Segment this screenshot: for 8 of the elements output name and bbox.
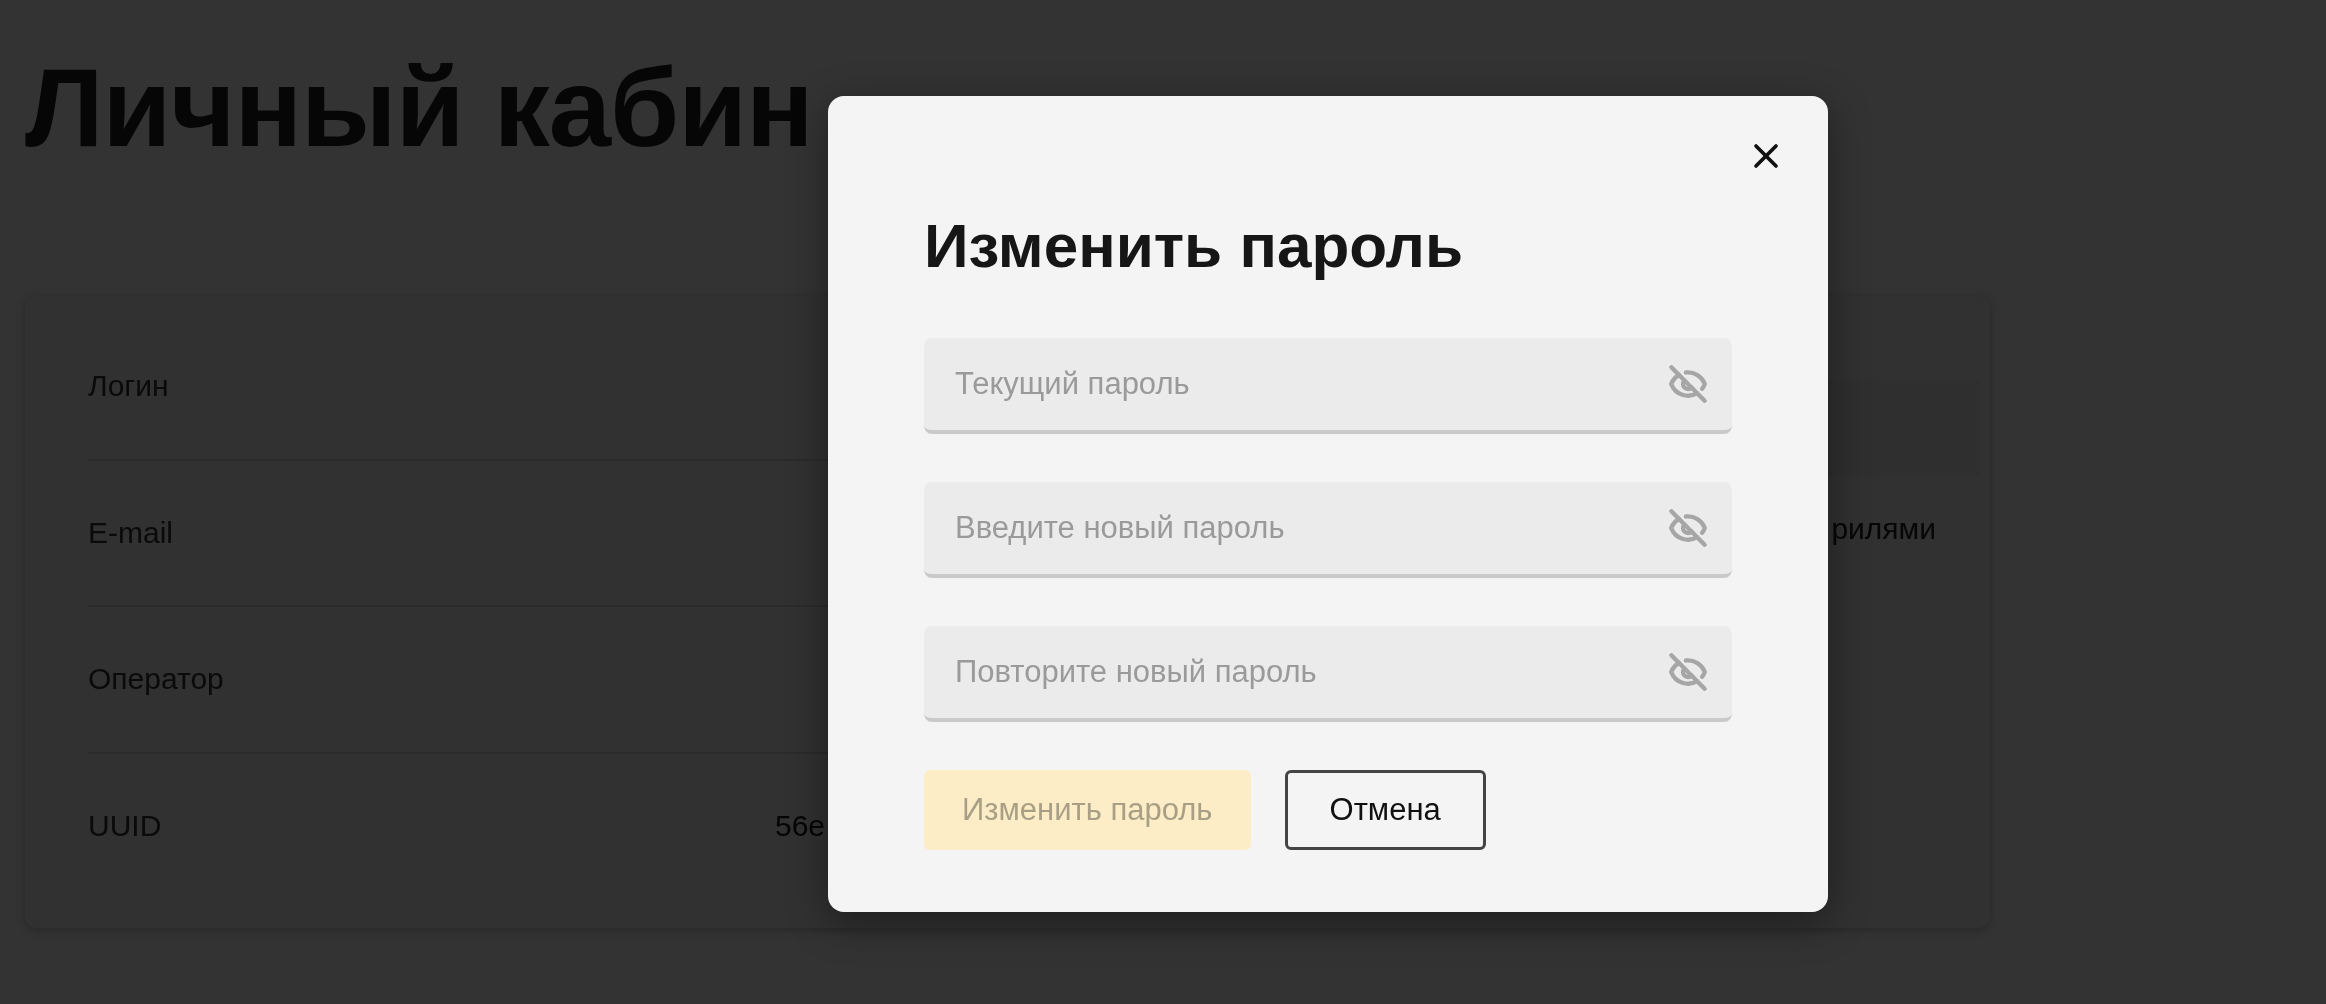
- password-field[interactable]: Текущий пароль: [924, 338, 1732, 435]
- eye-slash-icon[interactable]: [1668, 364, 1708, 405]
- cancel-button[interactable]: Отмена: [1284, 770, 1486, 851]
- dialog-title: Изменить пароль: [924, 212, 1465, 281]
- password-field[interactable]: Повторите новый пароль: [924, 626, 1732, 723]
- eye-slash-icon[interactable]: [1668, 652, 1708, 693]
- eye-slash-icon[interactable]: [1668, 508, 1708, 549]
- password-field[interactable]: Введите новый пароль: [924, 482, 1732, 579]
